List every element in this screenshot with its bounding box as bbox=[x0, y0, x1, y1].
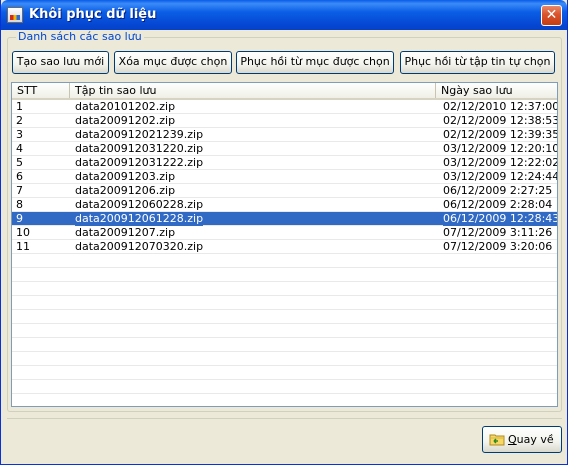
row-stt: 8 bbox=[16, 198, 23, 211]
divider bbox=[7, 418, 562, 419]
backup-listview[interactable]: STT Tập tin sao lưu Ngày sao lưu 1 data20… bbox=[11, 82, 558, 407]
table-row[interactable]: 3 data200912021239.zip 02/12/2009 12:39:35 bbox=[12, 128, 557, 142]
row-stt: 3 bbox=[16, 128, 23, 141]
empty-row bbox=[12, 254, 557, 268]
table-row[interactable]: 5 data200912031222.zip 03/12/2009 12:22:02 bbox=[12, 156, 557, 170]
create-backup-button[interactable]: Tạo sao lưu mới bbox=[12, 51, 109, 74]
row-date: 07/12/2009 3:20:06 bbox=[443, 240, 553, 253]
row-file: data200912061228.zip bbox=[75, 212, 204, 226]
row-stt: 4 bbox=[16, 142, 23, 155]
close-button[interactable]: ✕ bbox=[541, 5, 562, 26]
row-date: 03/12/2009 12:22:02 bbox=[443, 156, 558, 169]
row-file: data20091207.zip bbox=[75, 226, 176, 239]
table-row[interactable]: 11 data200912070320.zip 07/12/2009 3:20:06 bbox=[12, 240, 557, 254]
row-date: 03/12/2009 12:24:44 bbox=[443, 170, 558, 183]
row-date: 06/12/2009 2:27:25 bbox=[443, 184, 553, 197]
table-row[interactable]: 1 data20101202.zip 02/12/2010 12:37:00 bbox=[12, 100, 557, 114]
list-rows: 1 data20101202.zip 02/12/2010 12:37:00 2 dat… bbox=[12, 100, 557, 394]
table-row[interactable]: 4 data200912031220.zip 03/12/2009 12:20:10 bbox=[12, 142, 557, 156]
app-icon bbox=[7, 7, 23, 23]
row-file: data20091206.zip bbox=[75, 184, 176, 197]
row-date: 07/12/2009 3:11:26 bbox=[443, 226, 553, 239]
column-header-date[interactable]: Ngày sao lưu bbox=[436, 83, 557, 98]
empty-row bbox=[12, 310, 557, 324]
column-header-file[interactable]: Tập tin sao lưu bbox=[70, 83, 436, 98]
column-header-stt[interactable]: STT bbox=[12, 83, 70, 98]
row-file: data200912070320.zip bbox=[75, 240, 204, 253]
window-title: Khôi phục dữ liệu bbox=[29, 7, 157, 22]
table-row[interactable]: 10 data20091207.zip 07/12/2009 3:11:26 bbox=[12, 226, 557, 240]
table-row[interactable]: 2 data20091202.zip 02/12/2009 12:38:53 bbox=[12, 114, 557, 128]
row-stt: 5 bbox=[16, 156, 23, 169]
table-row[interactable]: 6 data20091203.zip 03/12/2009 12:24:44 bbox=[12, 170, 557, 184]
row-date: 06/12/2009 12:28:43 bbox=[443, 212, 558, 226]
folder-back-icon bbox=[489, 434, 505, 446]
row-stt: 7 bbox=[16, 184, 23, 197]
row-file: data200912031220.zip bbox=[75, 142, 204, 155]
title-bar[interactable]: Khôi phục dữ liệu ✕ bbox=[1, 0, 567, 30]
row-date: 02/12/2009 12:39:35 bbox=[443, 128, 558, 141]
empty-row bbox=[12, 380, 557, 394]
restore-from-file-button[interactable]: Phục hồi từ tập tin tự chọn bbox=[400, 51, 555, 74]
row-file: data200912060228.zip bbox=[75, 198, 204, 211]
restore-data-window: Khôi phục dữ liệu ✕ Danh sách các sao lư… bbox=[0, 0, 568, 465]
restore-selected-button[interactable]: Phục hồi từ mục được chọn bbox=[236, 51, 394, 74]
row-stt: 9 bbox=[16, 212, 23, 225]
empty-row bbox=[12, 324, 557, 338]
row-date: 02/12/2009 12:38:53 bbox=[443, 114, 558, 127]
back-label: Quay về bbox=[508, 433, 554, 446]
empty-row bbox=[12, 282, 557, 296]
delete-selected-button[interactable]: Xóa mục được chọn bbox=[114, 51, 232, 74]
row-stt: 2 bbox=[16, 114, 23, 127]
empty-row bbox=[12, 338, 557, 352]
backup-list-group: Danh sách các sao lưu Tạo sao lưu mới Xó… bbox=[7, 30, 562, 412]
row-file: data200912031222.zip bbox=[75, 156, 204, 169]
row-stt: 10 bbox=[16, 226, 30, 239]
row-date: 06/12/2009 2:28:04 bbox=[443, 198, 553, 211]
table-row[interactable]: 7 data20091206.zip 06/12/2009 2:27:25 bbox=[12, 184, 557, 198]
empty-row bbox=[12, 268, 557, 282]
row-stt: 11 bbox=[16, 240, 30, 253]
row-date: 02/12/2010 12:37:00 bbox=[443, 100, 558, 113]
group-legend: Danh sách các sao lưu bbox=[16, 30, 144, 43]
back-button[interactable]: Quay về bbox=[482, 426, 562, 453]
row-file: data20091202.zip bbox=[75, 114, 176, 127]
row-file: data200912021239.zip bbox=[75, 128, 204, 141]
empty-row bbox=[12, 296, 557, 310]
empty-row bbox=[12, 366, 557, 380]
empty-row bbox=[12, 352, 557, 366]
table-row[interactable]: 8 data200912060228.zip 06/12/2009 2:28:04 bbox=[12, 198, 557, 212]
row-file: data20101202.zip bbox=[75, 100, 176, 113]
row-stt: 1 bbox=[16, 100, 23, 113]
row-date: 03/12/2009 12:20:10 bbox=[443, 142, 558, 155]
close-icon: ✕ bbox=[545, 7, 558, 23]
list-header: STT Tập tin sao lưu Ngày sao lưu bbox=[12, 83, 557, 100]
row-stt: 6 bbox=[16, 170, 23, 183]
row-file: data20091203.zip bbox=[75, 170, 176, 183]
table-row[interactable]: 9 data200912061228.zip 06/12/2009 12:28:43 bbox=[12, 212, 557, 226]
